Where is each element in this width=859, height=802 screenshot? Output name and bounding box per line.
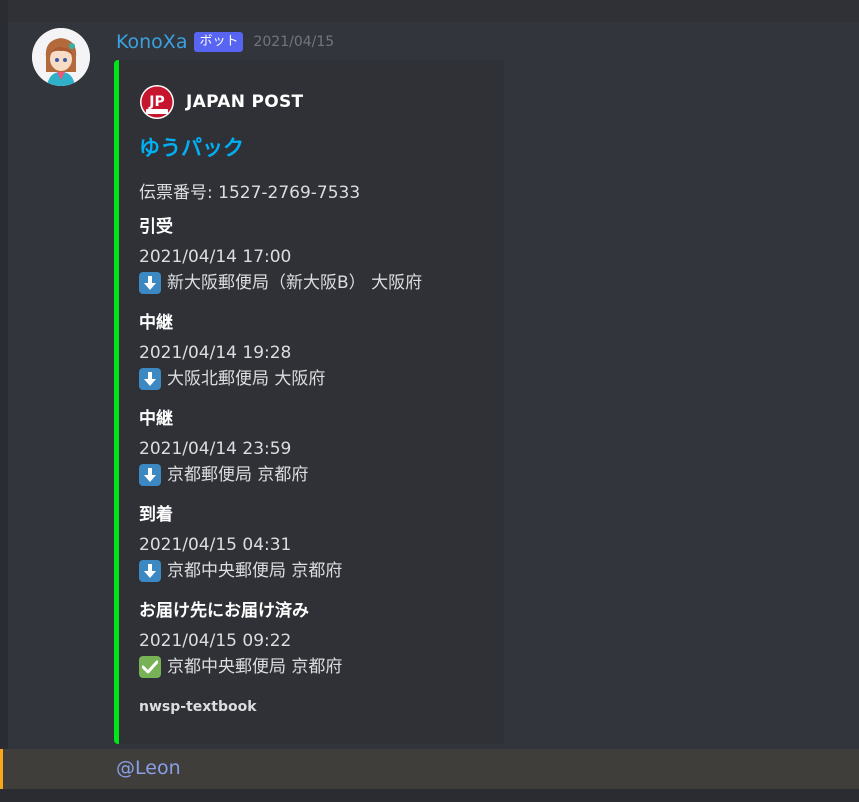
event-status: 到着 <box>139 505 173 525</box>
username[interactable]: KonoXa <box>116 31 187 53</box>
event-place: 京都中央郵便局 京都府 <box>167 657 343 677</box>
check-mark-icon <box>139 656 161 678</box>
message-timestamp[interactable]: 2021/04/15 <box>253 34 334 50</box>
japan-post-logo-icon: JP <box>140 85 174 119</box>
event-time: 2021/04/15 04:31 <box>139 535 292 555</box>
event-status: 中継 <box>139 313 173 333</box>
tracking-embed: JP JAPAN POST ゆうパック 伝票番号: 1527-2769-7533… <box>114 60 504 744</box>
event-place-row: 京都中央郵便局 京都府 <box>139 560 499 582</box>
bot-tag: ボット <box>194 32 244 52</box>
logo-text: JP <box>148 94 164 110</box>
event-time: 2021/04/14 17:00 <box>139 247 292 267</box>
down-arrow-icon <box>139 464 161 486</box>
tracking-event: 到着 2021/04/15 04:31 京都中央郵便局 京都府 <box>139 504 499 582</box>
event-status: 引受 <box>139 217 173 237</box>
event-place-row: 大阪北郵便局 大阪府 <box>139 368 499 390</box>
message-header: KonoXa ボット 2021/04/15 <box>116 28 334 56</box>
event-time: 2021/04/14 23:59 <box>139 439 292 459</box>
embed-title[interactable]: ゆうパック <box>139 132 244 162</box>
event-place: 京都中央郵便局 京都府 <box>167 561 343 581</box>
event-place: 大阪北郵便局 大阪府 <box>167 369 326 389</box>
event-place-row: 京都中央郵便局 京都府 <box>139 656 499 678</box>
user-avatar[interactable] <box>32 28 90 86</box>
event-place: 新大阪郵便局（新大阪B） 大阪府 <box>167 273 423 293</box>
tracking-number: 伝票番号: 1527-2769-7533 <box>139 183 361 203</box>
tracking-event: お届け先にお届け済み 2021/04/15 09:22 京都中央郵便局 京都府 <box>139 600 499 678</box>
event-status: 中継 <box>139 409 173 429</box>
embed-author-name: JAPAN POST <box>186 92 304 112</box>
event-time: 2021/04/15 09:22 <box>139 631 292 651</box>
down-arrow-icon <box>139 368 161 390</box>
bottom-strip <box>0 789 859 802</box>
left-strip <box>0 0 8 802</box>
event-place: 京都郵便局 京都府 <box>167 465 309 485</box>
embed-author: JP JAPAN POST <box>139 84 303 120</box>
previous-message-area <box>8 0 859 22</box>
tracking-event: 引受 2021/04/14 17:00 新大阪郵便局（新大阪B） 大阪府 <box>139 216 499 294</box>
tracking-event: 中継 2021/04/14 19:28 大阪北郵便局 大阪府 <box>139 312 499 390</box>
event-place-row: 京都郵便局 京都府 <box>139 464 499 486</box>
event-time: 2021/04/14 19:28 <box>139 343 292 363</box>
tracking-event: 中継 2021/04/14 23:59 京都郵便局 京都府 <box>139 408 499 486</box>
embed-footer: nwsp-textbook <box>139 699 257 715</box>
mention-highlight-bar: @Leon <box>0 749 859 789</box>
event-place-row: 新大阪郵便局（新大阪B） 大阪府 <box>139 272 499 294</box>
down-arrow-icon <box>139 272 161 294</box>
event-status: お届け先にお届け済み <box>139 601 309 621</box>
user-mention[interactable]: @Leon <box>116 757 181 779</box>
down-arrow-icon <box>139 560 161 582</box>
